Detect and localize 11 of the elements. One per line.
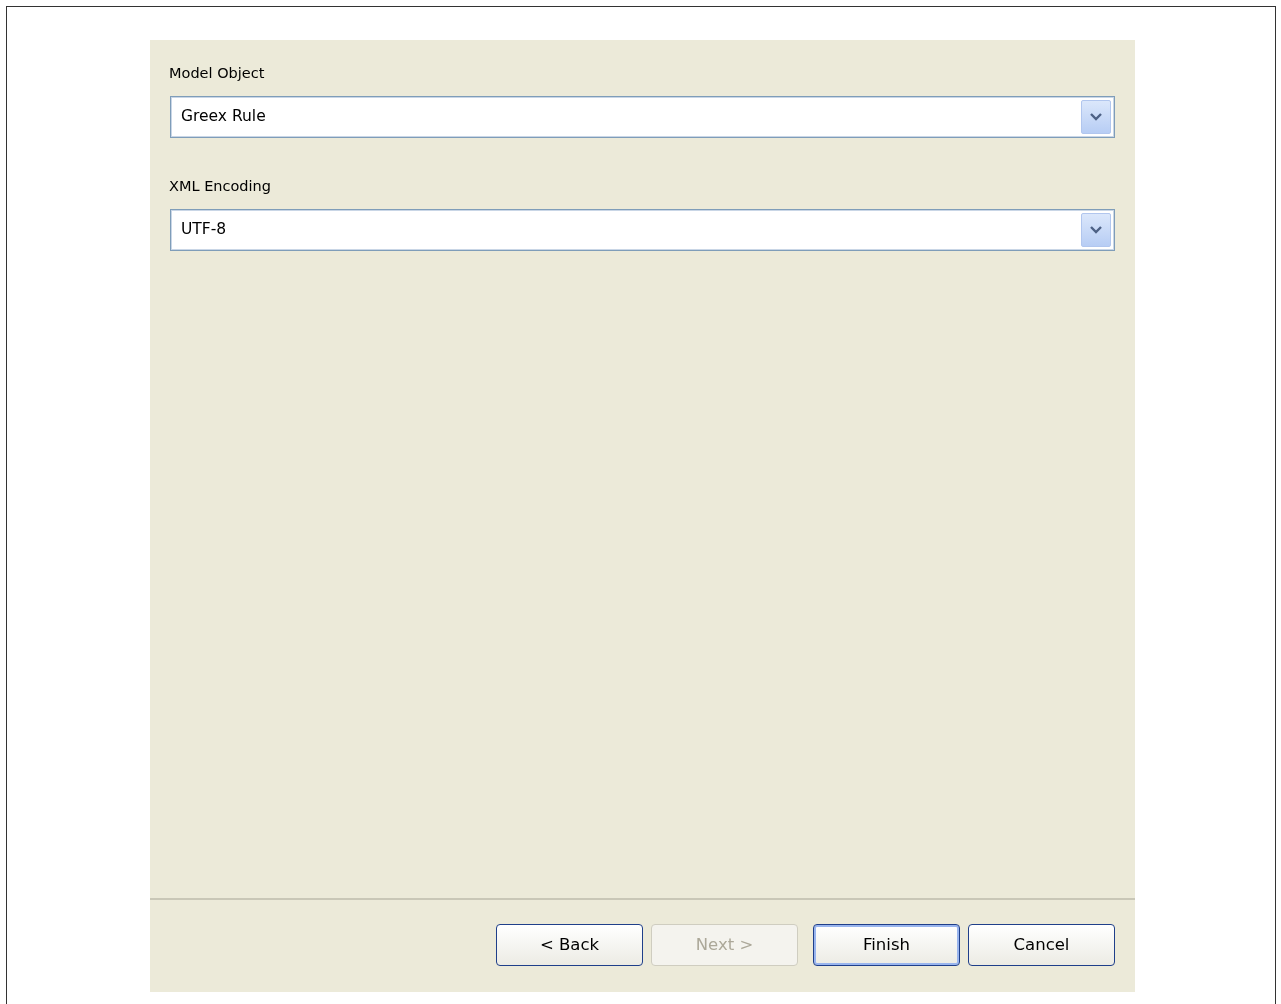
dropdown-button[interactable] <box>1081 100 1111 134</box>
dropdown-button[interactable] <box>1081 213 1111 247</box>
dropdown-field[interactable]: Greex Rule <box>170 96 1115 138</box>
field-label: Model Object <box>169 64 265 83</box>
chevron-down-icon <box>1090 113 1102 121</box>
wizard-button[interactable]: Finish <box>813 924 960 966</box>
chevron-down-icon <box>1090 226 1102 234</box>
wizard-button[interactable]: < Back <box>496 924 643 966</box>
wizard-button[interactable]: Cancel <box>968 924 1115 966</box>
field-label: XML Encoding <box>169 177 271 196</box>
dropdown-field[interactable]: UTF-8 <box>170 209 1115 251</box>
